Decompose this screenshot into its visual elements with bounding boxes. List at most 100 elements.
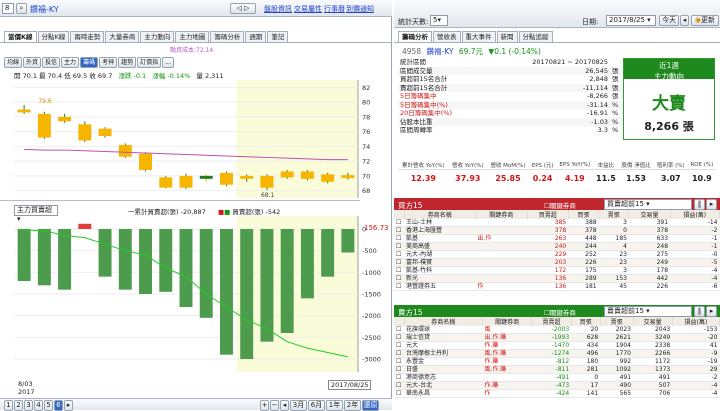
- candle-body[interactable]: [280, 171, 294, 178]
- column-header[interactable]: 賣張: [598, 210, 630, 219]
- right-tab[interactable]: 籌碼分析: [398, 31, 432, 42]
- search-icon[interactable]: ⌕: [16, 3, 27, 14]
- row-checkbox[interactable]: ☐: [394, 234, 404, 244]
- left-tab[interactable]: 當價K線: [4, 31, 37, 42]
- table-row[interactable]: ☐ 永豐金 作.賺 -812 180 992 1172 -19: [394, 357, 720, 367]
- sell-sort-select[interactable]: 賣賣超前15 ▾: [604, 306, 692, 317]
- right-tab[interactable]: 營收表: [433, 31, 461, 42]
- table-row[interactable]: ☐ 花旗環球風 -2003 20 2023 2043 -153: [394, 326, 720, 335]
- table-row[interactable]: ☐ 元大-台北 作.賺 -473 17 490 507 -4: [394, 381, 720, 391]
- row-checkbox[interactable]: ☐: [394, 381, 404, 391]
- flow-bar[interactable]: [58, 229, 72, 290]
- flow-bar[interactable]: [179, 229, 193, 307]
- stock-code-input[interactable]: 8: [2, 3, 14, 14]
- flow-bar[interactable]: [300, 229, 314, 299]
- candle-body[interactable]: [98, 128, 112, 137]
- column-header[interactable]: 交易量: [633, 317, 673, 326]
- left-tab[interactable]: 週期: [245, 31, 267, 42]
- right-tab[interactable]: 新聞: [496, 31, 518, 42]
- column-header[interactable]: 賣賣超: [531, 317, 572, 326]
- indicator-button[interactable]: 均線: [4, 57, 23, 68]
- zoom-out-icon[interactable]: −: [270, 400, 279, 411]
- buy-sort-select[interactable]: 買賣超前15 ▾: [604, 199, 692, 210]
- zoom-in-icon[interactable]: +: [260, 400, 269, 411]
- left-tab[interactable]: 籌碼分析: [210, 31, 245, 42]
- row-checkbox[interactable]: ☐: [394, 365, 404, 375]
- range-button[interactable]: 還原: [362, 400, 379, 411]
- table-row[interactable]: ☐ 凱基-竹科 172 175 3 178 -4: [394, 266, 720, 276]
- left-tab[interactable]: 筆記: [267, 31, 289, 42]
- table-row[interactable]: ☐ 凱基 出.作 263 448 185 633 -1: [394, 234, 720, 244]
- column-header[interactable]: 券商名稱: [404, 210, 476, 219]
- refresh-button[interactable]: ◉更新: [691, 15, 719, 26]
- link-calendar[interactable]: 行事曆: [324, 4, 345, 14]
- indicator-button[interactable]: 投信: [42, 57, 61, 68]
- table-row[interactable]: ☐ 富邦-樸實 203 226 23 249 -5: [394, 258, 720, 268]
- left-tab[interactable]: 主力地圖: [175, 31, 210, 42]
- candle-body[interactable]: [58, 116, 72, 122]
- column-header[interactable]: 買張: [568, 210, 600, 219]
- table-row[interactable]: ☐ 瑞士信貸 出.作.賺 -1993 628 2621 3249 -20: [394, 333, 720, 343]
- row-checkbox[interactable]: ☐: [394, 226, 404, 236]
- flow-bar[interactable]: [341, 229, 355, 253]
- buy-pin-button[interactable]: ‖: [694, 199, 705, 210]
- column-header[interactable]: 關鍵券商: [475, 210, 528, 219]
- column-header[interactable]: 關鍵券商: [482, 317, 533, 326]
- table-row[interactable]: ☐ 日盛 風.作.賺 -811 281 1092 1373 29: [394, 365, 720, 375]
- days-select[interactable]: 5▾: [430, 15, 448, 26]
- flow-bar[interactable]: [78, 223, 92, 229]
- candle-body[interactable]: [219, 172, 233, 185]
- table-row[interactable]: ☐ 台灣摩根士丹利 風.作.賺 -1274 496 1770 2266 -9: [394, 349, 720, 359]
- row-checkbox[interactable]: ☐: [394, 266, 404, 276]
- indicator-button[interactable]: 主力: [61, 57, 80, 68]
- candle-body[interactable]: [321, 174, 335, 182]
- flow-bar[interactable]: [199, 229, 213, 318]
- nav-arrows[interactable]: ◁ ▷: [230, 3, 256, 14]
- indicator-button[interactable]: 籌碼: [80, 57, 99, 68]
- row-checkbox[interactable]: ☐: [394, 349, 404, 359]
- left-tab[interactable]: 大量券商: [105, 31, 140, 42]
- link-price-alert[interactable]: 到價通知: [346, 4, 374, 14]
- column-header[interactable]: 交易量: [628, 210, 671, 219]
- column-header[interactable]: 券商名稱: [404, 317, 483, 326]
- candle-body[interactable]: [260, 175, 274, 188]
- right-tab[interactable]: 分點追蹤: [518, 31, 553, 42]
- flow-bar[interactable]: [98, 229, 112, 277]
- left-tab[interactable]: 分點K線: [37, 31, 70, 42]
- flow-bar[interactable]: [280, 229, 294, 333]
- candle-body[interactable]: [78, 124, 92, 141]
- column-header[interactable]: 損益(萬): [672, 317, 720, 326]
- table-row[interactable]: ☐ 王山-士林 385 388 3 391 -14: [394, 219, 720, 228]
- row-checkbox[interactable]: ☐: [394, 389, 404, 399]
- flow-bar[interactable]: [159, 229, 173, 292]
- candle-body[interactable]: [17, 109, 31, 113]
- candle-body[interactable]: [159, 177, 173, 188]
- page-4[interactable]: 4: [34, 400, 43, 411]
- row-checkbox[interactable]: ☐: [394, 274, 404, 284]
- buy-more-button[interactable]: ▸: [706, 199, 717, 210]
- sell-pin-button[interactable]: ‖: [694, 306, 705, 317]
- link-trade-attr[interactable]: 交易屬性: [294, 4, 322, 14]
- row-checkbox[interactable]: ☐: [394, 250, 404, 260]
- date-input[interactable]: 2017/8/25 ▾: [606, 15, 656, 26]
- table-row[interactable]: ☐ 華南永昌作 -424 141 565 706 -4: [394, 389, 720, 399]
- indicator-button[interactable]: 外資: [23, 57, 42, 68]
- today-button[interactable]: 今天: [659, 15, 679, 26]
- right-tab[interactable]: 重大事件: [461, 31, 496, 42]
- table-row[interactable]: ☐ 港商德意志 -491 0 491 491 -2: [394, 373, 720, 383]
- page-current[interactable]: 6: [54, 400, 63, 411]
- candle-body[interactable]: [199, 175, 213, 179]
- flow-bar[interactable]: [118, 229, 132, 290]
- table-row[interactable]: ☐ 元大-內湖 229 252 23 275 -0: [394, 250, 720, 260]
- indicator-button[interactable]: 考神: [99, 57, 118, 68]
- scroll-left-icon[interactable]: ◂: [280, 400, 289, 411]
- column-header[interactable]: 買張: [571, 317, 601, 326]
- flow-bar[interactable]: [17, 229, 31, 281]
- volume-chart[interactable]: 0 -500 -1000 -1500 -2000 -2500 -3000: [0, 216, 392, 376]
- table-row[interactable]: ☐ 美商高盛 240 244 4 248 -1: [394, 242, 720, 252]
- column-header[interactable]: 買賣超: [527, 210, 569, 219]
- left-tab[interactable]: 主力動向: [140, 31, 175, 42]
- flow-bar[interactable]: [219, 229, 233, 355]
- row-checkbox[interactable]: ☐: [394, 326, 404, 335]
- candle-body[interactable]: [37, 113, 51, 138]
